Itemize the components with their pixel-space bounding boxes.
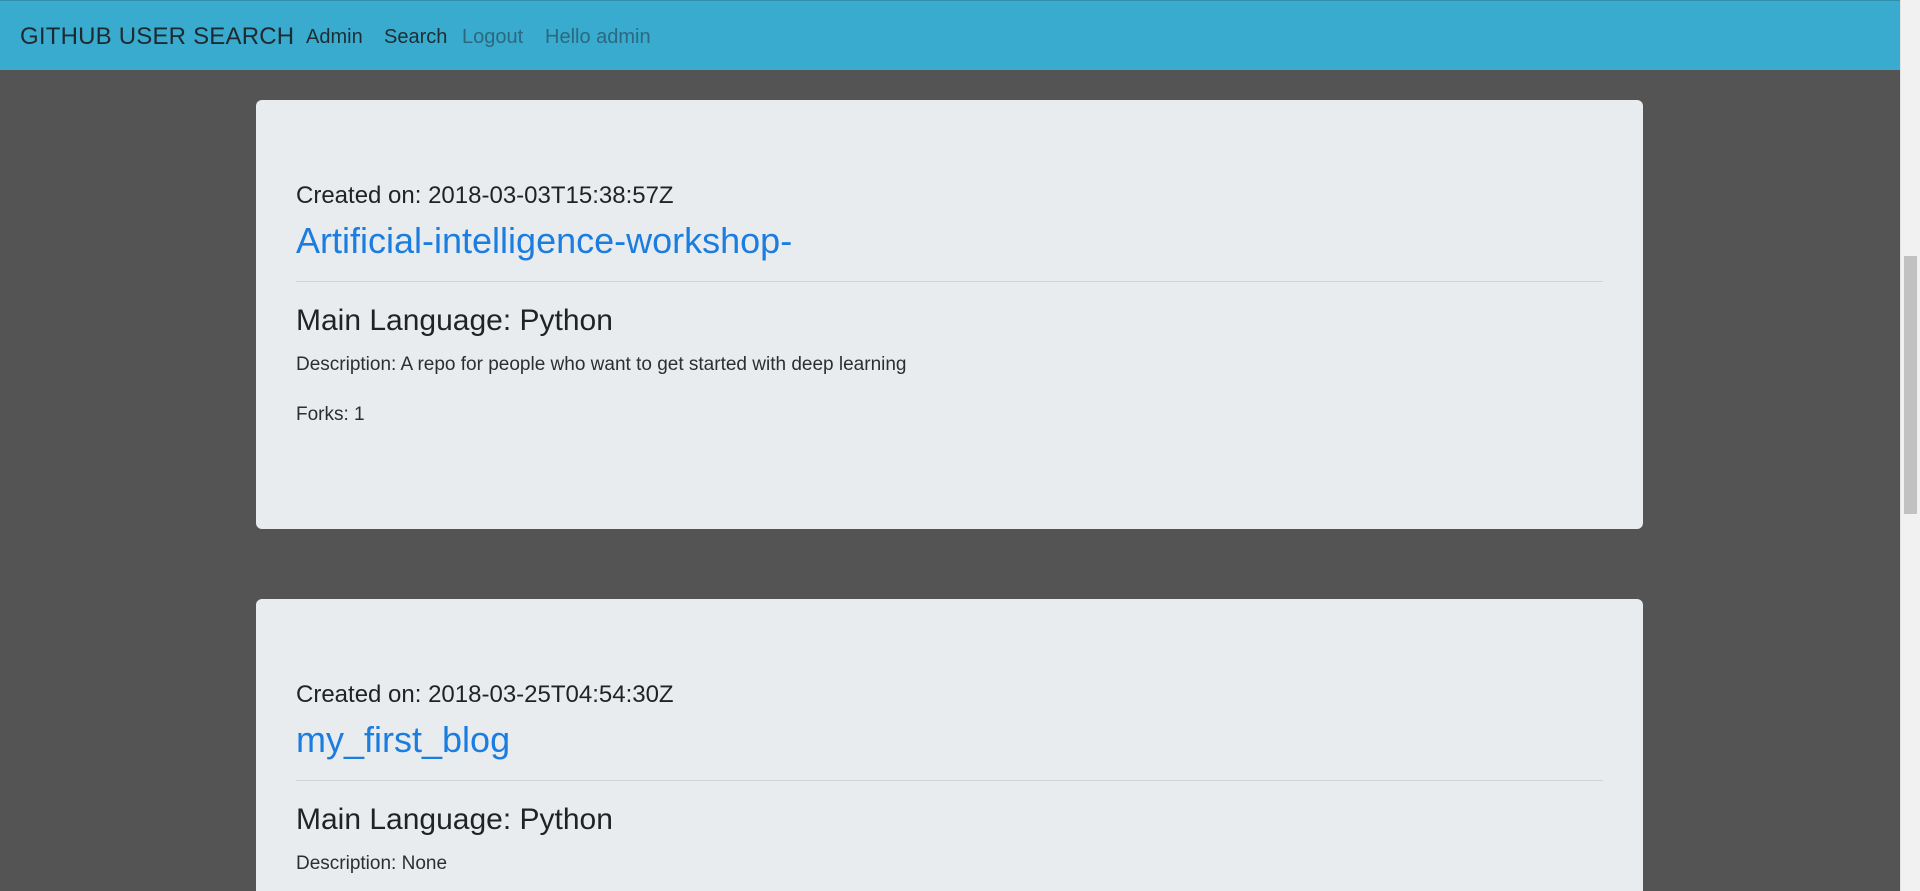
card-divider [296,780,1603,781]
repo-description: Description: None [296,853,448,874]
repo-created-date: Created on: 2018-03-25T04:54:30Z [296,681,674,708]
nav-link-search[interactable]: Search [384,26,447,49]
top-navbar: GITHUB USER SEARCH Admin Search Logout H… [0,0,1900,70]
repo-description: Description: A repo for people who want … [296,354,907,375]
repo-card: Created on: 2018-03-25T04:54:30Z my_firs… [256,599,1643,891]
nav-link-admin[interactable]: Admin [306,26,363,49]
repo-forks: Forks: 1 [296,404,365,425]
user-greeting: Hello admin [545,26,651,48]
repo-name-link[interactable]: my_first_blog [296,719,510,761]
scrollbar-thumb[interactable] [1904,256,1917,514]
vertical-scrollbar[interactable] [1900,0,1920,891]
brand-logo-link[interactable]: GITHUB USER SEARCH [20,23,294,51]
repo-name-link[interactable]: Artificial-intelligence-workshop- [296,220,792,262]
repo-main-language: Main Language: Python [296,304,613,337]
card-divider [296,281,1603,282]
repo-created-date: Created on: 2018-03-03T15:38:57Z [296,182,674,209]
repo-main-language: Main Language: Python [296,803,613,836]
nav-link-logout[interactable]: Logout [462,26,523,49]
repo-card: Created on: 2018-03-03T15:38:57Z Artific… [256,100,1643,529]
